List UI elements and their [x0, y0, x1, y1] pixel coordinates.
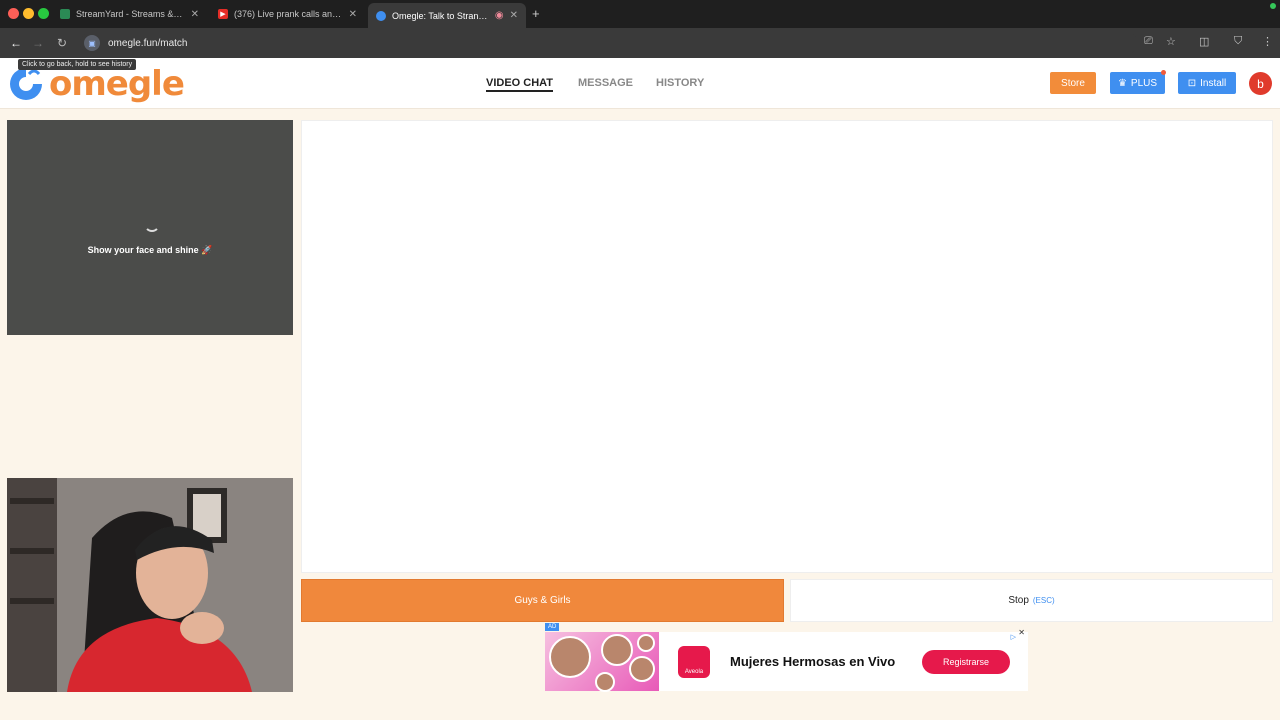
notification-dot	[1161, 70, 1166, 75]
download-icon: ⊡	[1187, 77, 1197, 89]
stranger-video-area	[301, 120, 1273, 573]
minimize-window-button[interactable]	[23, 8, 34, 19]
close-tab-icon[interactable]: ✕	[191, 9, 199, 20]
self-camera-panel: Show your face and shine 🚀	[7, 120, 293, 335]
back-button[interactable]: ←	[8, 35, 24, 51]
ad-brand-name: Aveola	[684, 669, 704, 675]
webcam-person-image	[7, 478, 293, 692]
install-button[interactable]: ⊡ Install	[1178, 72, 1236, 94]
ad-title: Mujeres Hermosas en Vivo	[730, 654, 896, 669]
bookmark-star-icon[interactable]: ☆	[1166, 35, 1176, 48]
ad-register-button[interactable]: Registrarse	[922, 650, 1010, 674]
tab-youtube[interactable]: ▶ (376) Live prank calls and videos ✕	[210, 3, 365, 25]
loading-spinner-icon	[144, 216, 160, 232]
browser-toolbar: ← → ↻ ▣ omegle.fun/match ⎚ ☆ ◫ ⛉ ⋮	[0, 28, 1280, 58]
ad-tag: AD	[545, 623, 560, 631]
cast-icon[interactable]: ⎚	[1144, 35, 1153, 48]
maximize-window-button[interactable]	[38, 8, 49, 19]
ad-image	[545, 632, 659, 692]
streamyard-favicon-icon	[60, 9, 70, 19]
recording-indicator-icon: ◉	[494, 10, 504, 21]
side-panel-icon[interactable]: ◫	[1199, 35, 1209, 48]
tab-omegle[interactable]: Omegle: Talk to Strangers ◉ ✕	[368, 3, 526, 28]
omegle-logo-icon	[10, 68, 42, 100]
youtube-favicon-icon: ▶	[218, 9, 228, 19]
nav-video-chat[interactable]: VIDEO CHAT	[486, 77, 554, 92]
streamer-webcam	[7, 478, 293, 692]
ad-brand-logo: Aveola	[678, 646, 710, 678]
stop-shortcut: (ESC)	[1032, 596, 1055, 605]
omegle-logo[interactable]: omegle	[7, 64, 185, 104]
nav-history[interactable]: HISTORY	[656, 77, 704, 89]
store-button[interactable]: Store	[1050, 72, 1096, 94]
tab-title: StreamYard - Streams & recordings	[76, 9, 185, 19]
ad-choices-icon[interactable]: ▷	[1011, 633, 1016, 641]
back-tooltip: Click to go back, hold to see history	[18, 59, 137, 70]
camera-caption: Show your face and shine 🚀	[87, 245, 213, 255]
tab-streamyard[interactable]: StreamYard - Streams & recordings ✕	[52, 3, 207, 25]
site-info-icon[interactable]: ▣	[84, 35, 100, 51]
nav-message[interactable]: MESSAGE	[578, 77, 633, 89]
plus-button[interactable]: ♛ PLUS	[1110, 72, 1165, 94]
browser-tab-bar: StreamYard - Streams & recordings ✕ ▶ (3…	[0, 0, 1280, 28]
close-tab-icon[interactable]: ✕	[510, 10, 518, 21]
tab-title: (376) Live prank calls and videos	[234, 9, 343, 19]
status-dot-icon	[1270, 3, 1276, 9]
menu-kebab-icon[interactable]: ⋮	[1262, 35, 1273, 48]
new-tab-button[interactable]: +	[532, 6, 540, 21]
reload-button[interactable]: ↻	[54, 35, 70, 51]
site-header: omegle VIDEO CHAT MESSAGE HISTORY Store …	[0, 58, 1280, 109]
forward-button[interactable]: →	[30, 35, 46, 51]
close-window-button[interactable]	[8, 8, 19, 19]
install-label: Install	[1200, 77, 1227, 89]
ad-close-icon[interactable]: ✕	[1018, 628, 1025, 637]
tab-title: Omegle: Talk to Strangers	[392, 10, 489, 21]
address-bar[interactable]: ▣ omegle.fun/match	[80, 32, 1138, 54]
close-tab-icon[interactable]: ✕	[349, 9, 357, 20]
plus-label: PLUS	[1130, 77, 1158, 89]
extension-icon[interactable]: ⛉	[1234, 35, 1242, 48]
crown-icon: ♛	[1117, 77, 1127, 89]
stop-button[interactable]: Stop (ESC)	[790, 579, 1273, 622]
url-text: omegle.fun/match	[108, 37, 188, 49]
stop-label: Stop	[1008, 595, 1029, 606]
ad-banner[interactable]: Aveola Mujeres Hermosas en Vivo Registra…	[545, 628, 1028, 692]
user-avatar[interactable]: b	[1249, 72, 1272, 95]
match-preference-button[interactable]: Guys & Girls	[301, 579, 784, 622]
logo-text: omegle	[49, 64, 185, 104]
omegle-favicon-icon	[376, 10, 386, 21]
